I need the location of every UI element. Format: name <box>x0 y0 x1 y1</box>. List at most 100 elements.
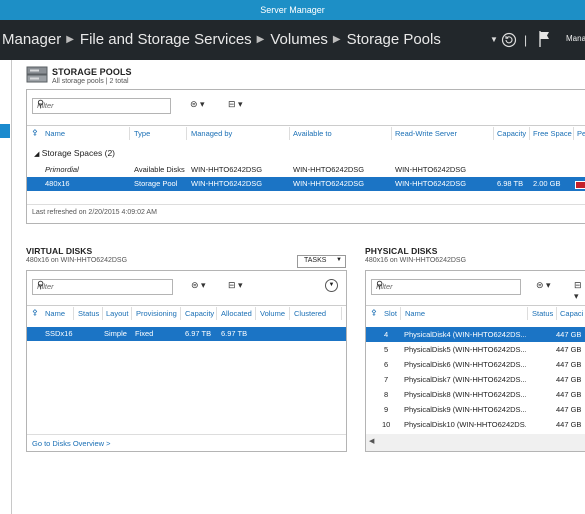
tasks-button[interactable]: TASKS ▼ <box>297 255 346 268</box>
column-divider <box>216 307 217 320</box>
scroll-left-icon[interactable]: ◀ <box>369 437 374 445</box>
physical-disks-header-row: ⚴ Slot Name Status Capaci <box>366 307 585 321</box>
row-name: PhysicalDisk4 (WIN-HHTO6242DS... <box>404 330 526 339</box>
storage-pools-title: STORAGE POOLS <box>52 67 132 77</box>
window-title: Server Manager <box>260 5 325 15</box>
row-slot: 5 <box>384 345 389 354</box>
column-header-slot[interactable]: Slot <box>384 309 397 318</box>
storage-pool-icon <box>26 66 48 83</box>
column-header-layout[interactable]: Layout <box>106 309 129 318</box>
breadcrumb-storage-pools: Storage Pools <box>346 31 441 48</box>
divider <box>27 305 346 306</box>
column-header-name[interactable]: Name <box>45 129 65 138</box>
column-divider <box>556 307 557 320</box>
storage-pools-panel: Filter ⚲ ⊜ ▾ ⊟ ▾ ⚴ Name Type Managed by A… <box>26 89 585 224</box>
row-name: Primordial <box>45 165 79 174</box>
search-icon[interactable]: ⚲ <box>37 280 169 291</box>
search-icon[interactable]: ⚲ <box>37 99 167 110</box>
column-header-percent[interactable]: Pe <box>577 129 585 138</box>
breadcrumb-server-manager[interactable]: Manager <box>2 31 61 48</box>
column-header-provisioning[interactable]: Provisioning <box>136 309 177 318</box>
separator-bar-icon: | <box>524 33 528 47</box>
column-header-name[interactable]: Name <box>405 309 425 318</box>
history-dropdown-icon[interactable]: ▼ <box>490 32 498 48</box>
column-divider <box>289 307 290 320</box>
horizontal-scrollbar[interactable]: ◀ <box>366 434 585 451</box>
column-header-capacity[interactable]: Capacity <box>497 129 526 138</box>
storage-pools-filter-input[interactable]: Filter ⚲ <box>32 98 171 114</box>
column-header-read-write-server[interactable]: Read-Write Server <box>395 129 457 138</box>
search-icon[interactable]: ⚲ <box>376 280 517 291</box>
row-managed-by: WIN-HHTO6242DSG <box>191 165 263 174</box>
row-capacity: 447 GB <box>556 360 582 369</box>
virtual-disks-filter-input[interactable]: Filter ⚲ <box>32 279 173 295</box>
column-header-available-to[interactable]: Available to <box>293 129 332 138</box>
row-slot: 9 <box>384 405 389 414</box>
physical-disks-subtitle: 480x16 on WIN-HHTO6242DSG <box>365 257 467 264</box>
column-header-status[interactable]: Status <box>532 309 553 318</box>
table-row-selected[interactable]: SSDx16 Simple Fixed 6.97 TB 6.97 TB <box>27 327 346 341</box>
manage-menu[interactable]: Manag <box>566 34 585 43</box>
row-type: Available Disks <box>134 165 185 174</box>
table-row-selected[interactable]: 480x16 Storage Pool WIN-HHTO6242DSG WIN-… <box>27 177 585 191</box>
save-query-dropdown-icon[interactable]: ⊟ ▾ <box>228 280 243 291</box>
column-header-managed-by[interactable]: Managed by <box>191 129 232 138</box>
table-row[interactable]: 5 PhysicalDisk5 (WIN-HHTO6242DS... 447 G… <box>366 342 585 357</box>
column-divider <box>400 307 401 320</box>
column-header-capacity[interactable]: Capaci <box>560 309 583 318</box>
row-capacity: 447 GB <box>556 390 582 399</box>
sort-column-icon[interactable]: ⚴ <box>371 308 377 317</box>
list-view-dropdown-icon[interactable]: ⊜ ▾ <box>191 280 206 291</box>
column-divider <box>573 127 574 140</box>
sort-column-icon[interactable]: ⚴ <box>32 308 38 317</box>
row-name: SSDx16 <box>45 329 73 338</box>
sort-column-icon[interactable]: ⚴ <box>32 128 38 137</box>
row-name: PhysicalDisk10 (WIN-HHTO6242DS... <box>404 420 526 429</box>
go-to-disks-overview-link[interactable]: Go to Disks Overview > <box>32 439 111 448</box>
group-header-storage-spaces[interactable]: ◢ Storage Spaces (2) <box>34 148 115 158</box>
save-query-dropdown-icon[interactable]: ⊟ ▾ <box>574 280 585 302</box>
list-view-dropdown-icon[interactable]: ⊜ ▾ <box>190 99 205 110</box>
left-nav-selected-item[interactable] <box>0 124 10 138</box>
table-row[interactable]: 10 PhysicalDisk10 (WIN-HHTO6242DS... 447… <box>366 417 585 432</box>
column-divider <box>180 307 181 320</box>
column-divider <box>527 307 528 320</box>
table-row-selected[interactable]: 4 PhysicalDisk4 (WIN-HHTO6242DS... 447 G… <box>366 327 585 342</box>
column-header-allocated[interactable]: Allocated <box>221 309 252 318</box>
column-header-name[interactable]: Name <box>45 309 65 318</box>
list-view-dropdown-icon[interactable]: ⊜ ▾ <box>536 280 551 291</box>
column-header-free-space[interactable]: Free Space <box>533 129 572 138</box>
breadcrumb-volumes[interactable]: Volumes <box>270 31 328 48</box>
save-query-dropdown-icon[interactable]: ⊟ ▾ <box>228 99 243 110</box>
breadcrumb-separator-icon: ▶ <box>66 34 74 45</box>
table-row[interactable]: Primordial Available Disks WIN-HHTO6242D… <box>27 163 585 177</box>
physical-disks-filter-input[interactable]: Filter ⚲ <box>371 279 521 295</box>
refresh-icon[interactable] <box>501 32 517 48</box>
storage-pools-subtitle: All storage pools | 2 total <box>52 78 129 85</box>
column-header-volume[interactable]: Volume <box>260 309 285 318</box>
physical-disks-title: PHYSICAL DISKS <box>365 246 438 256</box>
row-slot: 10 <box>382 420 391 429</box>
row-type: Storage Pool <box>134 179 178 188</box>
column-header-capacity[interactable]: Capacity <box>185 309 214 318</box>
row-name: 480x16 <box>45 179 70 188</box>
table-row[interactable]: 7 PhysicalDisk7 (WIN-HHTO6242DS... 447 G… <box>366 372 585 387</box>
table-row[interactable]: 6 PhysicalDisk6 (WIN-HHTO6242DS... 447 G… <box>366 357 585 372</box>
notifications-flag-icon[interactable] <box>538 30 552 48</box>
row-capacity: 447 GB <box>556 405 582 414</box>
row-capacity: 6.98 TB <box>497 179 524 188</box>
expand-collapse-icon[interactable]: ▼ <box>325 279 338 292</box>
usage-bar <box>575 181 585 189</box>
column-header-clustered[interactable]: Clustered <box>294 309 326 318</box>
window-title-bar: Server Manager <box>0 0 585 20</box>
collapse-group-icon[interactable]: ◢ <box>34 151 39 158</box>
group-label: Storage Spaces (2) <box>41 148 115 158</box>
column-header-type[interactable]: Type <box>134 129 150 138</box>
storage-pools-header-row: ⚴ Name Type Managed by Available to Read… <box>27 127 585 141</box>
row-capacity: 447 GB <box>556 345 582 354</box>
column-header-status[interactable]: Status <box>78 309 99 318</box>
divider <box>27 204 585 205</box>
table-row[interactable]: 9 PhysicalDisk9 (WIN-HHTO6242DS... 447 G… <box>366 402 585 417</box>
breadcrumb-file-storage[interactable]: File and Storage Services <box>80 31 252 48</box>
table-row[interactable]: 8 PhysicalDisk8 (WIN-HHTO6242DS... 447 G… <box>366 387 585 402</box>
